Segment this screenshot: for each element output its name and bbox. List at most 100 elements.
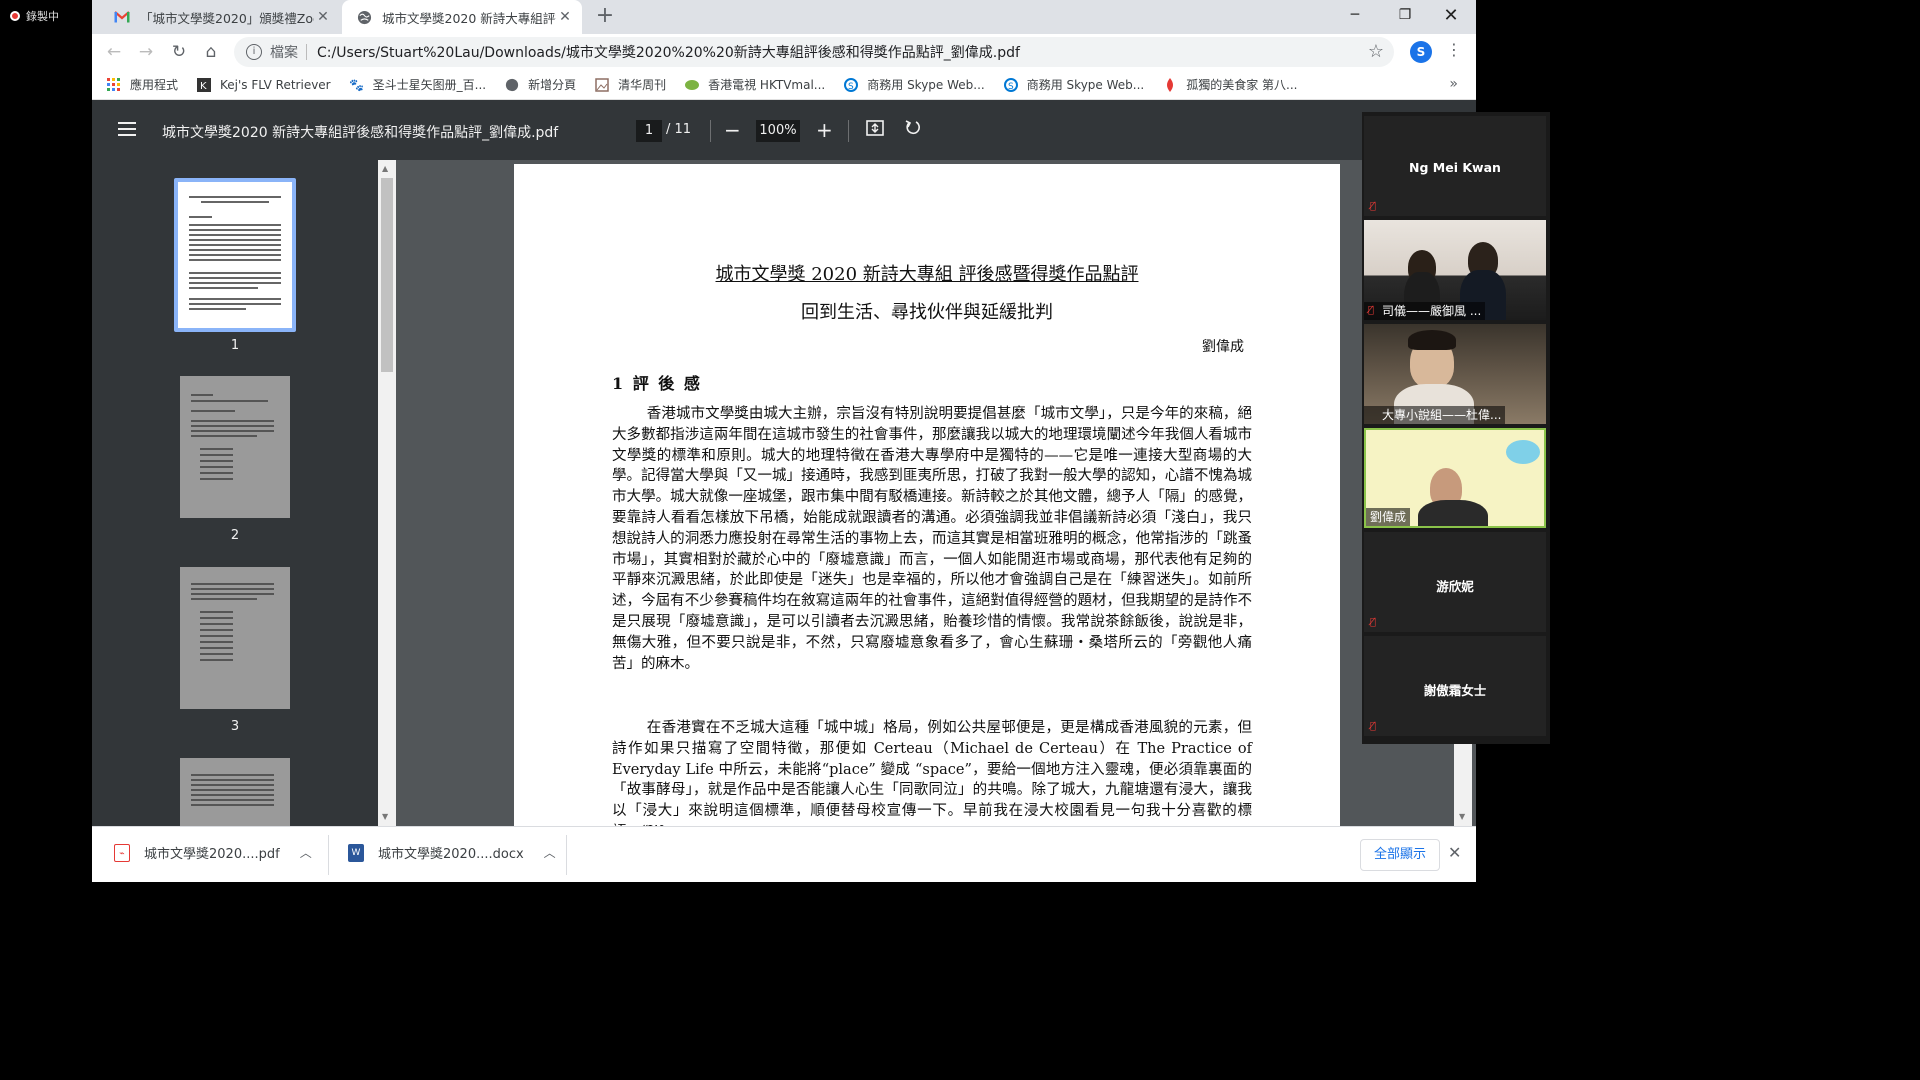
bookmark-hktvmall[interactable]: 香港電視 HKTVmal... — [684, 76, 825, 93]
participant-tile[interactable]: 游欣妮 🎙̸ — [1364, 532, 1546, 632]
fit-page-icon[interactable] — [866, 118, 884, 142]
close-tab-icon[interactable]: ✕ — [314, 9, 332, 25]
document-area: 城市文學獎 2020 新詩大專組 評後感暨得獎作品點評 回到生活、尋找伙伴與延緩… — [396, 160, 1476, 864]
rotate-icon[interactable] — [904, 118, 922, 142]
close-downloads-icon[interactable]: ✕ — [1448, 843, 1461, 862]
profile-avatar[interactable]: S — [1410, 41, 1432, 63]
home-button[interactable]: ⌂ — [199, 40, 223, 64]
restore-button[interactable]: ❐ — [1382, 0, 1428, 30]
globe-icon — [356, 9, 372, 25]
sidebar-scrollbar[interactable]: ▲ ▼ — [378, 160, 396, 826]
thumbnail-page-3[interactable] — [180, 567, 290, 709]
address-bar[interactable]: i 檔案 C:/Users/Stuart%20Lau/Downloads/城市文… — [234, 37, 1394, 67]
thumbnail-page-1[interactable] — [178, 182, 292, 328]
participant-name-label: 大專小說組——杜偉... — [1364, 406, 1506, 424]
close-window-button[interactable]: ✕ — [1428, 0, 1474, 30]
skype-icon: S — [843, 77, 859, 93]
gmail-icon — [114, 9, 130, 25]
reload-button[interactable]: ↻ — [167, 40, 191, 64]
chevron-up-icon[interactable]: ︿ — [300, 844, 312, 861]
back-button[interactable]: ← — [102, 40, 126, 64]
forward-button[interactable]: → — [134, 40, 158, 64]
participant-tile[interactable]: 謝傲霜女士 🎙̸ — [1364, 636, 1546, 736]
bookmark-skype-2[interactable]: S 商務用 Skype Web... — [1003, 76, 1144, 93]
bookmark-tsinghua-weekly[interactable]: 清华周刊 — [594, 76, 666, 93]
bookmarks-bar: 應用程式 K Kej's FLV Retriever 🐾 圣斗士星矢图册_百..… — [92, 70, 1476, 100]
muted-mic-icon: 🎙̸ — [1370, 617, 1377, 628]
participant-video-tile[interactable]: 大專小說組——杜偉... — [1364, 324, 1546, 424]
recording-indicator[interactable]: 錄製中 — [10, 8, 59, 24]
sidebar-scroll-thumb[interactable] — [381, 178, 393, 372]
toolbar-divider — [848, 120, 849, 142]
bookmark-label: 香港電視 HKTVmal... — [708, 78, 826, 92]
bookmark-flv-retriever[interactable]: K Kej's FLV Retriever — [196, 77, 331, 93]
bookmark-saint-seiya[interactable]: 🐾 圣斗士星矢图册_百... — [349, 76, 486, 93]
thumbnail-number: 3 — [230, 719, 240, 734]
svg-text:S: S — [848, 82, 854, 92]
tab-zoom-ceremony[interactable]: 「城市文學獎2020」頒獎禮Zoo ✕ — [100, 0, 340, 34]
new-tab-button[interactable]: + — [592, 4, 618, 30]
thumbnail-number: 1 — [230, 338, 240, 353]
download-item-docx[interactable]: W 城市文學獎2020....docx ︿ — [348, 843, 556, 862]
zoom-level-input[interactable]: 100% — [756, 120, 800, 142]
hktv-icon — [684, 77, 700, 93]
bookmark-apps[interactable]: 應用程式 — [106, 76, 178, 93]
info-icon[interactable]: i — [246, 44, 262, 60]
participant-video-tile[interactable]: 劉偉成 — [1364, 428, 1546, 528]
document-author: 劉偉成 — [1202, 339, 1244, 355]
bookmark-label: 新增分頁 — [528, 78, 577, 92]
paragraph: 在香港實在不乏城大這種「城中城」格局，例如公共屋邨便是，更是構成香港風貌的元素，… — [612, 720, 1252, 840]
browser-menu-icon[interactable]: ⋮ — [1446, 40, 1462, 59]
background-logo-graphic — [1506, 440, 1540, 464]
bookmark-skype-1[interactable]: S 商務用 Skype Web... — [843, 76, 985, 93]
close-tab-icon[interactable]: ✕ — [556, 9, 574, 25]
scroll-down-icon[interactable]: ▼ — [1459, 812, 1465, 821]
participant-name: Ng Mei Kwan — [1409, 160, 1501, 175]
scroll-up-icon[interactable]: ▲ — [382, 164, 388, 173]
thumbnail-number: 2 — [230, 528, 240, 543]
bookmark-solitary-gourmet[interactable]: 孤獨的美食家 第八... — [1162, 76, 1297, 93]
chevron-up-icon[interactable]: ︿ — [544, 844, 556, 861]
hamburger-menu-icon[interactable] — [118, 122, 136, 140]
download-filename: 城市文學獎2020....docx — [378, 847, 524, 862]
scroll-down-icon[interactable]: ▼ — [382, 812, 388, 821]
thumbnail-page-2[interactable] — [180, 376, 290, 518]
bookmark-k-icon: K — [196, 77, 212, 93]
bookmark-label: 圣斗士星矢图册_百... — [372, 78, 487, 92]
word-file-icon: W — [348, 843, 364, 862]
tab-title: 城市文學獎2020 新詩大專組評後 — [382, 10, 556, 26]
bookmark-label: 清华周刊 — [618, 78, 667, 92]
participant-video-tile[interactable]: 🎙̸ 司儀——嚴御風 ... — [1364, 220, 1546, 320]
apps-grid-icon — [106, 77, 122, 93]
page-number-input[interactable]: 1 — [636, 120, 662, 142]
download-item-pdf[interactable]: ⌁ 城市文學獎2020....pdf ︿ — [114, 843, 312, 862]
show-all-downloads-button[interactable]: 全部顯示 — [1360, 839, 1440, 871]
zoom-in-icon[interactable]: + — [816, 118, 833, 142]
participant-tile[interactable]: Ng Mei Kwan 🎙̸ — [1364, 116, 1546, 216]
document-title: 城市文學獎 2020 新詩大專組 評後感暨得獎作品點評 — [715, 264, 1139, 285]
tab-pdf[interactable]: 城市文學獎2020 新詩大專組評後 ✕ — [342, 0, 582, 34]
bookmark-new-tab[interactable]: 新增分頁 — [504, 76, 576, 93]
bookmark-label: 商務用 Skype Web... — [1026, 78, 1145, 92]
participant-name: 劉偉成 — [1370, 510, 1407, 524]
tab-title: 「城市文學獎2020」頒獎禮Zoo — [140, 10, 314, 26]
record-icon — [10, 11, 20, 21]
thumbnail-sidebar: 1 2 3 — [92, 160, 378, 838]
pdf-title: 城市文學獎2020 新詩大專組評後感和得獎作品點評_劉偉成.pdf — [162, 125, 559, 141]
browser-toolbar: ← → ↻ ⌂ i 檔案 C:/Users/Stuart%20Lau/Downl… — [92, 34, 1476, 70]
bookmarks-overflow-icon[interactable]: » — [1449, 76, 1458, 92]
section-heading: 1 評 後 感 — [612, 374, 702, 393]
skype-icon: S — [1003, 77, 1019, 93]
participant-name: 大專小說組——杜偉... — [1382, 408, 1502, 422]
address-url[interactable]: C:/Users/Stuart%20Lau/Downloads/城市文學獎202… — [317, 42, 1020, 62]
zoom-participant-panel: Ng Mei Kwan 🎙̸ 🎙̸ 司儀——嚴御風 ... 大專小說組——杜偉..… — [1362, 112, 1550, 744]
document-subtitle: 回到生活、尋找伙伴與延緩批判 — [801, 302, 1053, 323]
bookmark-star-icon[interactable]: ☆ — [1368, 41, 1384, 62]
bookmark-label: 孤獨的美食家 第八... — [1186, 78, 1298, 92]
participant-name: 司儀——嚴御風 ... — [1382, 304, 1482, 318]
minimize-button[interactable]: ─ — [1332, 0, 1378, 30]
svg-text:S: S — [1008, 82, 1014, 92]
zoom-out-icon[interactable]: − — [724, 118, 741, 142]
paw-icon: 🐾 — [349, 77, 365, 92]
downloads-bar: ⌁ 城市文學獎2020....pdf ︿ W 城市文學獎2020....docx… — [92, 826, 1476, 882]
